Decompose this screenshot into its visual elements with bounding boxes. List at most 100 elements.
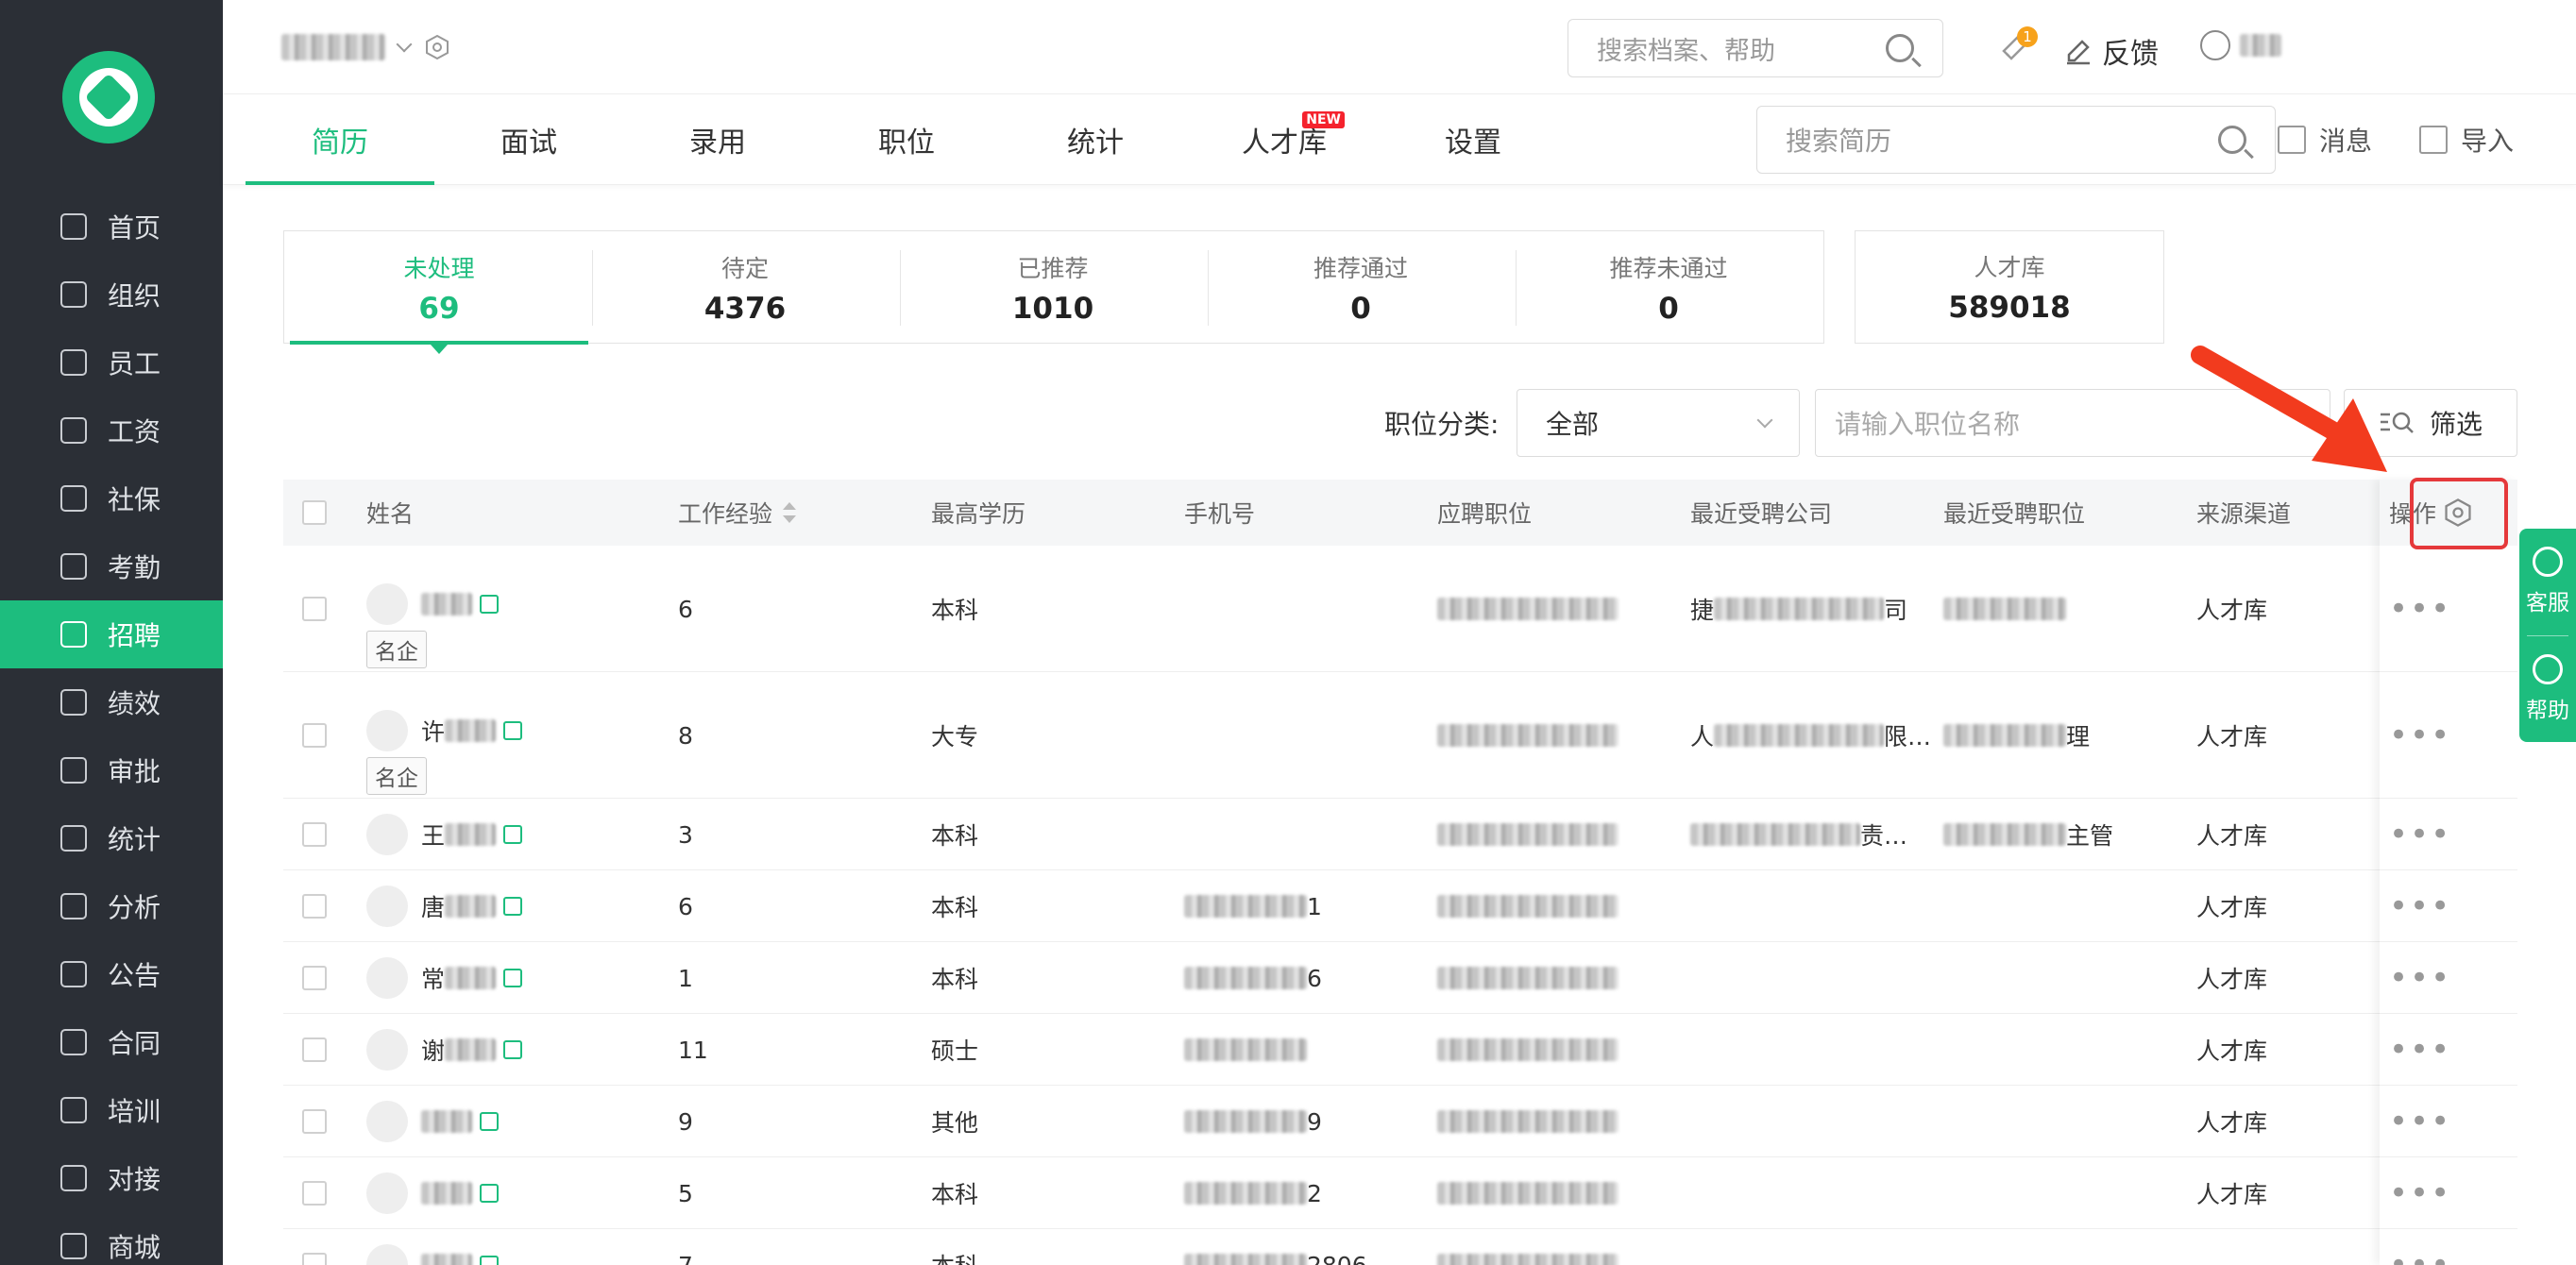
row-checkbox[interactable] [302, 1037, 327, 1062]
copy-icon[interactable] [503, 1040, 523, 1059]
app-logo[interactable] [62, 51, 155, 143]
row-more-actions-button[interactable]: ••• [2389, 1103, 2451, 1140]
row-more-actions-button[interactable]: ••• [2389, 816, 2451, 853]
table-row[interactable]: 谢 11 硕士 人才库 ••• [283, 1014, 2517, 1086]
candidate-name[interactable]: 常 [366, 957, 523, 999]
table-row[interactable]: 名企 6 本科捷司人才库 ••• [283, 546, 2517, 672]
tab-settings[interactable]: 设置 [1379, 94, 1568, 185]
copy-icon[interactable] [480, 1112, 499, 1131]
sort-icon[interactable] [780, 498, 799, 527]
tab-stats[interactable]: 统计 [1001, 94, 1190, 185]
row-checkbox-cell[interactable] [302, 966, 327, 990]
tab-resume[interactable]: 简历 [246, 94, 434, 185]
messages-button[interactable]: 消息 [2278, 121, 2372, 159]
sidebar-item-10[interactable]: 分析 [0, 872, 223, 940]
stat-pending[interactable]: 待定 4376 [592, 231, 898, 345]
candidate-name[interactable] [366, 1101, 499, 1142]
help-button[interactable]: 帮助 [2526, 636, 2569, 743]
sidebar-item-2[interactable]: 员工 [0, 329, 223, 396]
checkbox[interactable] [302, 500, 327, 525]
tab-hire[interactable]: 录用 [623, 94, 812, 185]
sidebar-item-8[interactable]: 审批 [0, 736, 223, 804]
copy-icon[interactable] [503, 897, 523, 916]
import-button[interactable]: 导入 [2419, 121, 2514, 159]
row-checkbox-cell[interactable] [302, 723, 327, 748]
candidate-name[interactable]: 谢 [366, 1029, 523, 1071]
stat-recommend-passed[interactable]: 推荐通过 0 [1208, 231, 1514, 345]
stat-unprocessed[interactable]: 未处理 69 [286, 231, 592, 354]
row-checkbox-cell[interactable] [302, 1109, 327, 1134]
sidebar-item-13[interactable]: 培训 [0, 1076, 223, 1144]
row-checkbox-cell[interactable] [302, 822, 327, 847]
copy-icon[interactable] [503, 825, 523, 844]
copy-icon[interactable] [480, 595, 499, 614]
candidate-name[interactable] [366, 1172, 499, 1214]
global-search-input[interactable]: 搜索档案、帮助 [1568, 19, 1943, 77]
row-checkbox-cell[interactable] [302, 894, 327, 919]
tab-interview[interactable]: 面试 [434, 94, 623, 185]
row-checkbox-cell[interactable] [302, 1181, 327, 1206]
candidate-name[interactable]: 唐 [366, 886, 523, 927]
table-row[interactable]: 7 本科 2806 ••• [283, 1229, 2517, 1265]
table-row[interactable]: 许名企 8 大专 人 限… 理 人才库 ••• [283, 672, 2517, 799]
table-row[interactable]: 常 1 本科 6 人才库 ••• [283, 942, 2517, 1014]
row-checkbox[interactable] [302, 723, 327, 748]
copy-icon[interactable] [480, 1184, 499, 1203]
copy-icon[interactable] [480, 1256, 499, 1265]
row-checkbox[interactable] [302, 822, 327, 847]
user-menu[interactable] [2200, 30, 2281, 60]
row-checkbox-cell[interactable] [302, 1253, 327, 1265]
row-checkbox[interactable] [302, 1253, 327, 1265]
row-more-actions-button[interactable]: ••• [2389, 1246, 2451, 1265]
sidebar-item-15[interactable]: 商城 [0, 1212, 223, 1265]
sidebar-item-5[interactable]: 考勤 [0, 532, 223, 600]
row-checkbox[interactable] [302, 1109, 327, 1134]
sidebar-item-1[interactable]: 组织 [0, 261, 223, 329]
row-checkbox-cell[interactable] [302, 1037, 327, 1062]
resume-search-input[interactable]: 搜索简历 [1756, 106, 2276, 174]
select-all-checkbox[interactable] [302, 480, 327, 546]
row-more-actions-button[interactable]: ••• [2389, 590, 2451, 628]
col-experience[interactable]: 工作经验 [678, 480, 799, 546]
row-checkbox[interactable] [302, 597, 327, 621]
stat-recommend-failed[interactable]: 推荐未通过 0 [1516, 231, 1822, 345]
copy-icon[interactable] [503, 969, 523, 987]
stat-recommended[interactable]: 已推荐 1010 [900, 231, 1206, 345]
stat-talent-pool[interactable]: 人才库 589018 [1855, 230, 2164, 344]
row-more-actions-button[interactable]: ••• [2389, 959, 2451, 997]
search-icon[interactable] [2218, 126, 2246, 154]
table-row[interactable]: 唐 6 本科 1 人才库 ••• [283, 870, 2517, 942]
position-category-select[interactable]: 全部 [1517, 389, 1800, 457]
sidebar-item-3[interactable]: 工资 [0, 396, 223, 464]
row-more-actions-button[interactable]: ••• [2389, 887, 2451, 925]
search-icon[interactable] [1886, 34, 1914, 62]
tab-talent-pool[interactable]: 人才库 NEW [1190, 94, 1379, 185]
row-checkbox[interactable] [302, 966, 327, 990]
candidate-name[interactable] [366, 583, 499, 625]
table-row[interactable]: 5 本科 2 人才库 ••• [283, 1157, 2517, 1229]
sidebar-item-14[interactable]: 对接 [0, 1144, 223, 1212]
table-row[interactable]: 9 其他 9 人才库 ••• [283, 1086, 2517, 1157]
copy-icon[interactable] [503, 721, 523, 740]
candidate-name[interactable]: 王 [366, 814, 523, 855]
feedback-button[interactable]: 反馈 [2064, 30, 2159, 72]
tab-position[interactable]: 职位 [812, 94, 1001, 185]
candidate-name[interactable] [366, 1244, 499, 1265]
sidebar-item-6[interactable]: 招聘 [0, 600, 223, 668]
sidebar-item-7[interactable]: 绩效 [0, 668, 223, 736]
row-checkbox-cell[interactable] [302, 597, 327, 621]
row-more-actions-button[interactable]: ••• [2389, 717, 2451, 754]
table-row[interactable]: 王 3 本科 责… 主管 人才库 ••• [283, 799, 2517, 870]
row-more-actions-button[interactable]: ••• [2389, 1174, 2451, 1212]
candidate-name[interactable]: 许 [366, 710, 523, 751]
row-checkbox[interactable] [302, 1181, 327, 1206]
sidebar-item-4[interactable]: 社保 [0, 464, 223, 532]
row-checkbox[interactable] [302, 894, 327, 919]
company-switcher[interactable] [281, 30, 451, 64]
sidebar-item-0[interactable]: 首页 [0, 193, 223, 261]
customer-service-button[interactable]: 客服 [2526, 529, 2569, 635]
sidebar-item-9[interactable]: 统计 [0, 804, 223, 872]
settings-hex-icon[interactable] [423, 33, 451, 61]
row-more-actions-button[interactable]: ••• [2389, 1031, 2451, 1069]
sidebar-item-11[interactable]: 公告 [0, 940, 223, 1008]
